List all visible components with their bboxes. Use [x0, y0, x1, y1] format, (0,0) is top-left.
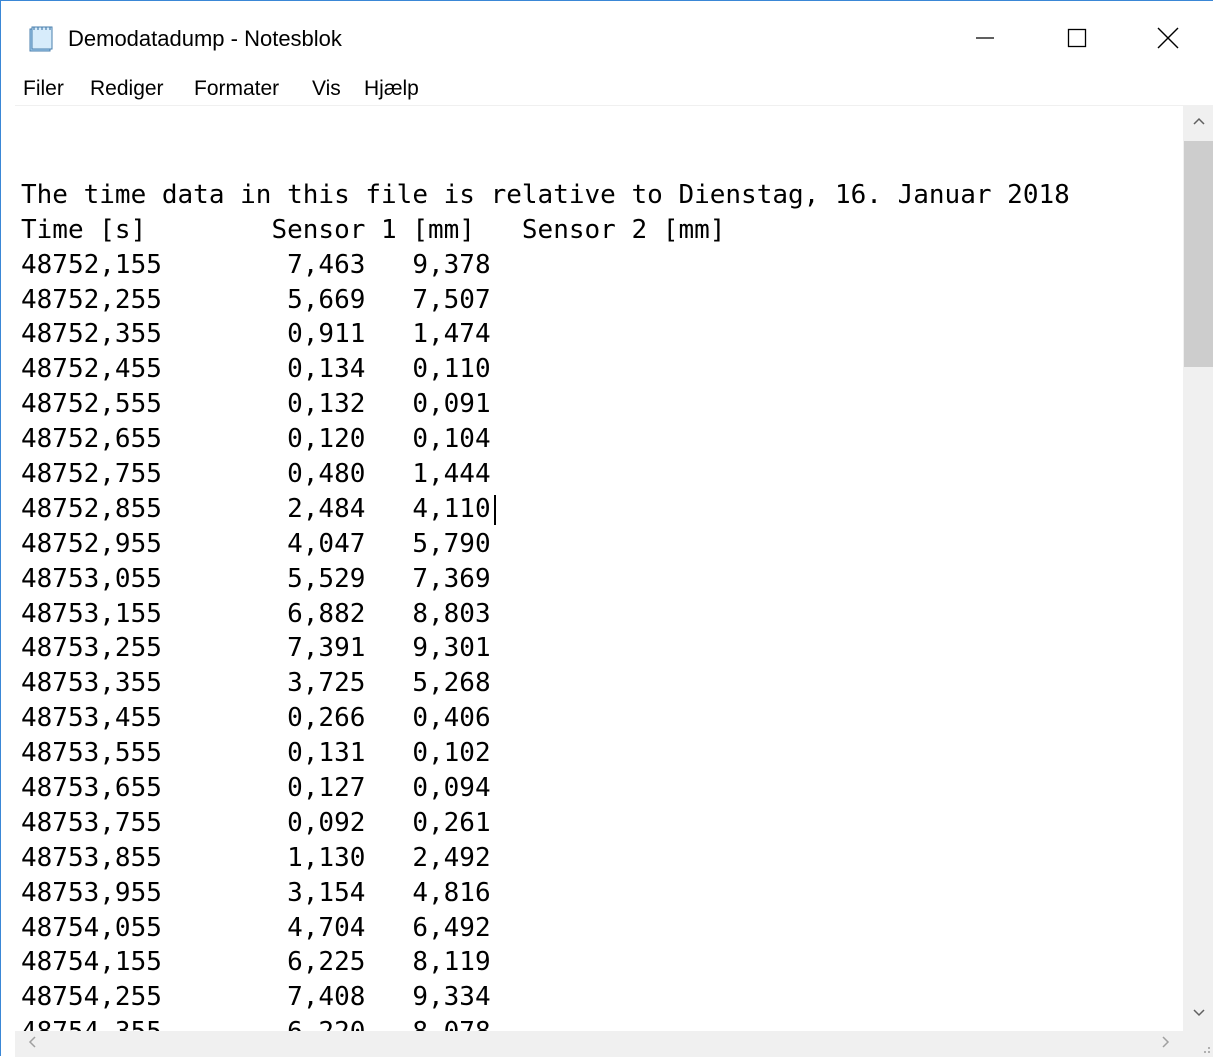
- title-bar[interactable]: Demodatadump - Notesblok: [1, 1, 1213, 74]
- menu-edit[interactable]: Rediger: [90, 74, 164, 104]
- close-icon: [1157, 27, 1179, 49]
- menu-view[interactable]: Vis: [312, 74, 341, 104]
- data-line: 48753,055 5,529 7,369: [21, 563, 491, 594]
- scroll-right-button[interactable]: [1149, 1031, 1183, 1057]
- horizontal-scrollbar[interactable]: [15, 1031, 1183, 1057]
- column-header-line: Time [s] Sensor 1 [mm] Sensor 2 [mm]: [21, 214, 726, 245]
- data-line: 48753,855 1,130 2,492: [21, 842, 491, 873]
- data-line: 48752,255 5,669 7,507: [21, 284, 491, 315]
- chevron-down-icon: [1192, 1005, 1206, 1023]
- data-line: 48753,355 3,725 5,268: [21, 668, 491, 699]
- data-line: 48752,955 4,047 5,790: [21, 528, 491, 559]
- data-line: 48754,155 6,225 8,119: [21, 947, 491, 978]
- close-button[interactable]: [1122, 1, 1213, 74]
- data-line: 48752,155 7,463 9,378: [21, 249, 491, 280]
- scroll-thumb[interactable]: [1184, 141, 1213, 367]
- text-caret: [494, 495, 496, 525]
- menu-bar: Filer Rediger Formater Vis Hjælp: [1, 74, 1213, 104]
- chevron-up-icon: [1192, 113, 1206, 131]
- chevron-left-icon: [27, 1035, 37, 1054]
- maximize-icon: [1067, 28, 1087, 48]
- menu-format[interactable]: Formater: [194, 74, 279, 104]
- data-line: 48753,555 0,131 0,102: [21, 738, 491, 769]
- data-line: 48752,355 0,911 1,474: [21, 319, 491, 350]
- window-title: Demodatadump - Notesblok: [68, 26, 342, 51]
- data-line: 48754,355 6,220 8,078: [21, 1015, 1070, 1032]
- data-line: 48752,455 0,134 0,110: [21, 354, 491, 385]
- menu-help[interactable]: Hjælp: [364, 74, 419, 104]
- data-line: 48753,655 0,127 0,094: [21, 773, 491, 804]
- menu-file[interactable]: Filer: [23, 74, 64, 104]
- document-text: The time data in this file is relative t…: [21, 143, 1070, 1032]
- size-grip[interactable]: [1183, 1031, 1213, 1057]
- data-line: 48753,255 7,391 9,301: [21, 633, 491, 664]
- data-line: [21, 143, 1070, 178]
- minimize-button[interactable]: [939, 1, 1031, 74]
- notepad-icon: [27, 25, 55, 53]
- minimize-icon: [975, 28, 995, 48]
- data-line: 48753,955 3,154 4,816: [21, 877, 491, 908]
- scroll-down-button[interactable]: [1183, 997, 1213, 1031]
- data-line: 48754,055 4,704 6,492: [21, 912, 491, 943]
- maximize-button[interactable]: [1031, 1, 1123, 74]
- data-line: 48753,155 6,882 8,803: [21, 598, 491, 629]
- chevron-right-icon: [1161, 1035, 1171, 1054]
- text-editor-area[interactable]: The time data in this file is relative t…: [15, 105, 1183, 1032]
- scroll-up-button[interactable]: [1183, 105, 1213, 139]
- data-line: 48753,455 0,266 0,406: [21, 703, 491, 734]
- vertical-scrollbar[interactable]: [1183, 105, 1213, 1031]
- data-line: 48753,755 0,092 0,261: [21, 807, 491, 838]
- data-line: 48752,555 0,132 0,091: [21, 389, 491, 420]
- data-line: 48752,855 2,484 4,110: [21, 493, 491, 524]
- scroll-left-button[interactable]: [15, 1031, 49, 1057]
- data-line: 48752,655 0,120 0,104: [21, 424, 491, 455]
- header-note-line: The time data in this file is relative t…: [21, 179, 1070, 210]
- notepad-window: Demodatadump - Notesblok Filer Rediger F…: [0, 0, 1213, 1057]
- data-line: 48752,755 0,480 1,444: [21, 459, 491, 490]
- data-line: 48754,255 7,408 9,334: [21, 982, 491, 1013]
